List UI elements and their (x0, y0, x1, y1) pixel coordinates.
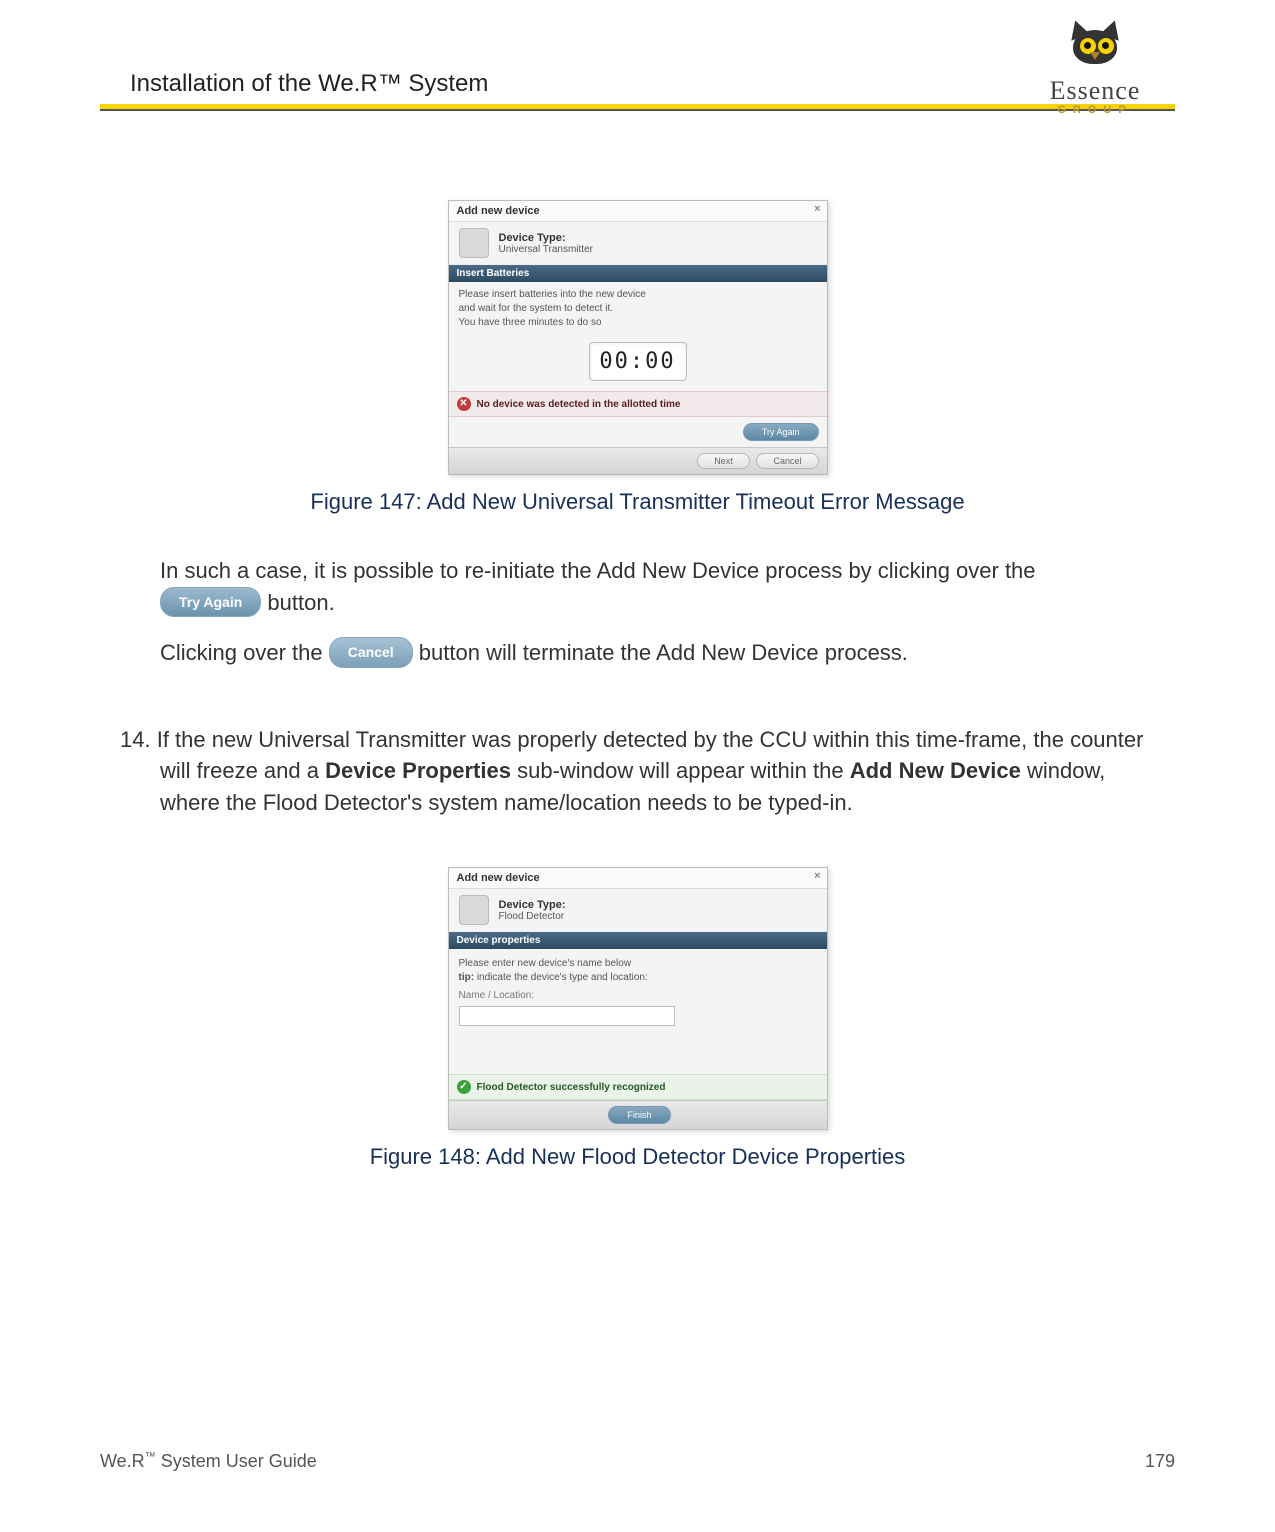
logo-group: GROUP (1015, 104, 1175, 116)
device-icon (459, 228, 489, 258)
close-icon[interactable]: × (814, 203, 820, 215)
para-text: In such a case, it is possible to re-ini… (160, 558, 1036, 583)
instr-line: Please insert batteries into the new dev… (459, 288, 817, 302)
tip-text: indicate the device's type and location: (474, 972, 648, 983)
try-again-pill: Try Again (160, 587, 261, 617)
success-icon: ✓ (457, 1080, 471, 1094)
brand-logo: Essence GROUP (1015, 18, 1175, 116)
figure-148-dialog: Add new device × Device Type: Flood Dete… (448, 867, 828, 1130)
instr-line: Please enter new device's name below (459, 957, 817, 971)
dialog-title: Add new device (457, 205, 540, 217)
name-location-label: Name / Location: (459, 989, 817, 1003)
success-text: Flood Detector successfully recognized (477, 1082, 666, 1093)
logo-text: Essence (1015, 76, 1175, 106)
device-type-label: Device Type: (499, 899, 566, 911)
step-bar: Device properties (449, 932, 827, 949)
step-number: 14. (120, 727, 151, 752)
countdown-timer: 00:00 (589, 342, 687, 381)
device-icon (459, 895, 489, 925)
figure-147-dialog: Add new device × Device Type: Universal … (448, 200, 828, 475)
para-text: button will terminate the Add New Device… (419, 640, 908, 665)
finish-button[interactable]: Finish (608, 1106, 670, 1124)
footer-guide-title: We.R™ System User Guide (100, 1451, 317, 1472)
cancel-button[interactable]: Cancel (756, 453, 818, 469)
para-text: button. (267, 590, 334, 615)
name-location-input[interactable] (459, 1006, 676, 1026)
device-type-value: Flood Detector (499, 911, 566, 922)
step-bar: Insert Batteries (449, 265, 827, 282)
page-number: 179 (1145, 1451, 1175, 1472)
tip-label: tip: (459, 972, 475, 983)
try-again-button[interactable]: Try Again (743, 423, 819, 441)
header-rule (100, 104, 1175, 111)
step-bold: Device Properties (325, 758, 511, 783)
alert-text: No device was detected in the allotted t… (477, 399, 681, 410)
figure-148-caption: Figure 148: Add New Flood Detector Devic… (100, 1144, 1175, 1170)
next-button[interactable]: Next (697, 453, 750, 469)
step-bold: Add New Device (850, 758, 1021, 783)
error-icon: ✕ (457, 397, 471, 411)
device-type-label: Device Type: (499, 232, 593, 244)
close-icon[interactable]: × (814, 870, 820, 882)
owl-icon (1058, 18, 1132, 74)
step-text: sub-window will appear within the (517, 758, 850, 783)
instr-line: and wait for the system to detect it. (459, 302, 817, 316)
section-title: Installation of the We.R™ System (130, 70, 488, 98)
instr-line: You have three minutes to do so (459, 316, 817, 330)
figure-147-caption: Figure 147: Add New Universal Transmitte… (100, 489, 1175, 515)
para-text: Clicking over the (160, 640, 329, 665)
dialog-title: Add new device (457, 872, 540, 884)
device-type-value: Universal Transmitter (499, 244, 593, 255)
cancel-pill: Cancel (329, 637, 413, 667)
